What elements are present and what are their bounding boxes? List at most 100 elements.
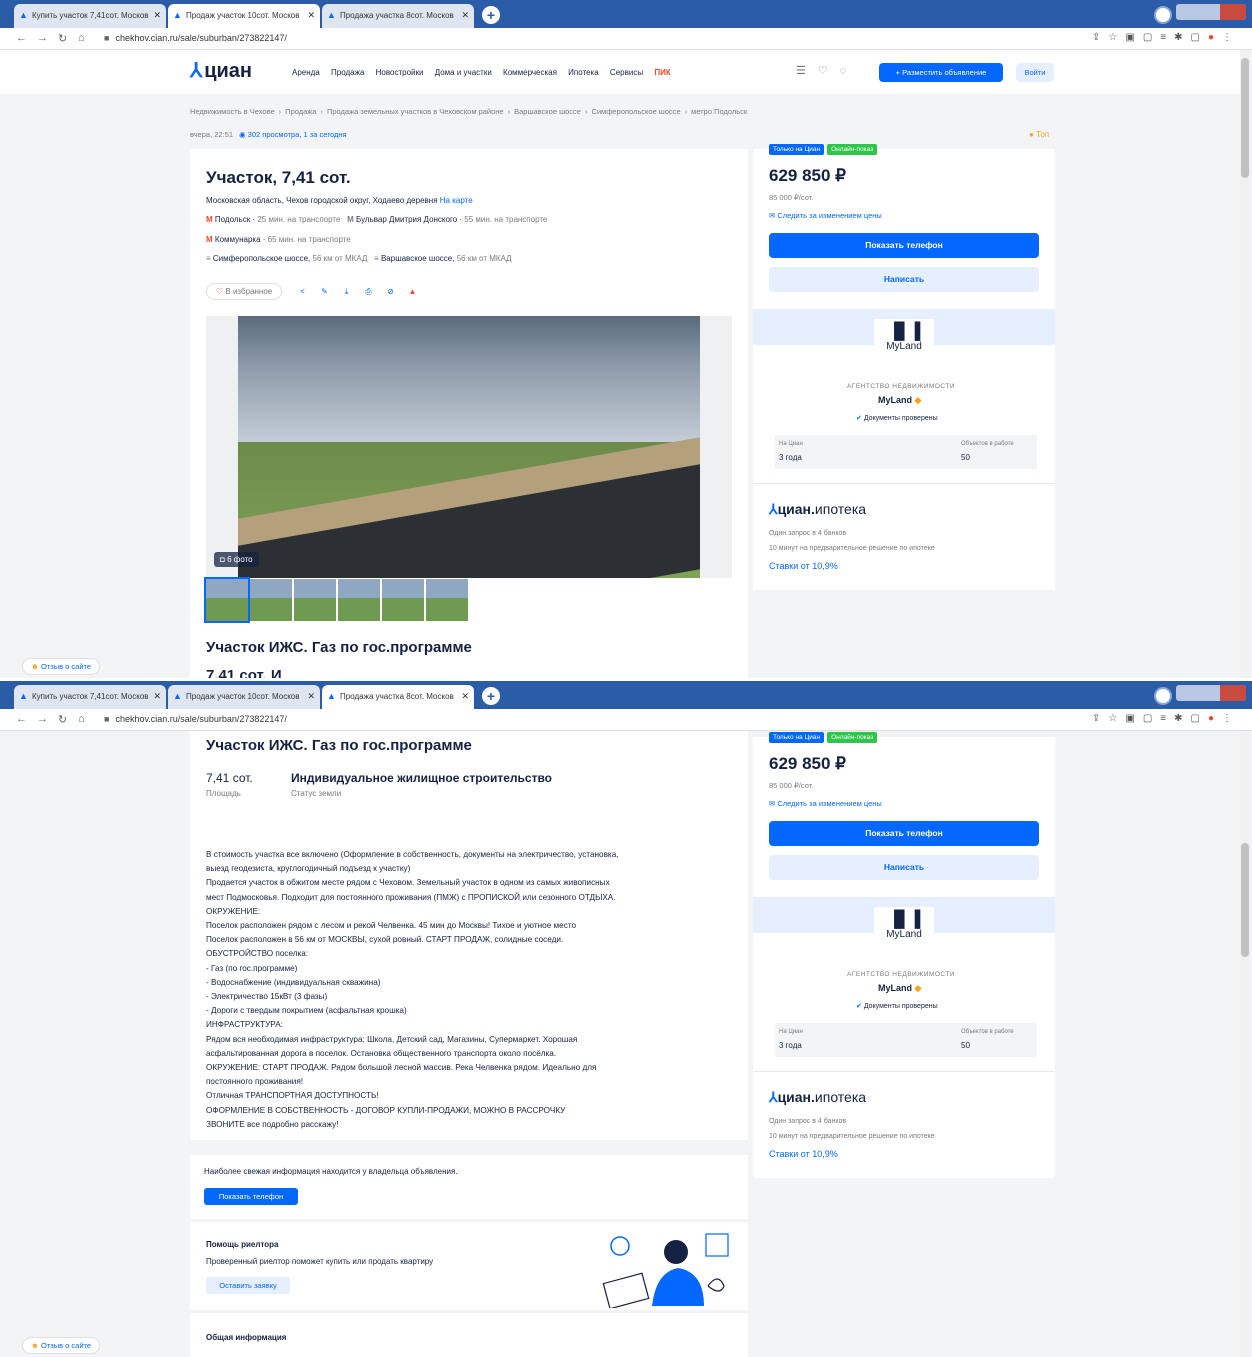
toolbar-extension-icons[interactable]: ⇪☆▣▢≡✱▢●⋮	[1092, 32, 1240, 43]
post-ad-button[interactable]: + Разместить объявление	[879, 63, 1003, 82]
forward-icon[interactable]: →	[37, 32, 48, 44]
close-tab-icon[interactable]: ✕	[461, 691, 469, 702]
print-icon[interactable]: ⎙	[360, 287, 376, 297]
cian-mortgage-logo[interactable]: ⅄циан.ипотека	[769, 501, 866, 518]
complaint-icon[interactable]: ▲	[404, 287, 420, 296]
breadcrumb-item[interactable]: Варшавское шоссе	[514, 107, 581, 116]
follow-price-link[interactable]: ✉ Следить за изменением цены	[769, 799, 882, 808]
breadcrumb-item[interactable]: Симферопольское шоссе	[591, 107, 680, 116]
url-field[interactable]: ■ chekhov.cian.ru/sale/suburban/273822147…	[104, 714, 287, 724]
breadcrumb-item[interactable]: Продажа земельных участков в Чеховском р…	[327, 107, 504, 116]
description-line: Поселок расположен в 56 км от МОСКВЫ, су…	[206, 935, 564, 945]
feedback-button[interactable]: ☻ Отзыв о сайте	[22, 1337, 101, 1354]
mortgage-rate-link[interactable]: Ставки от 10,9%	[769, 1149, 838, 1159]
profile-icon[interactable]	[1154, 6, 1172, 24]
breadcrumb-item[interactable]: метро Подольск	[691, 107, 747, 116]
metro-station[interactable]: Бульвар Дмитрия Донского	[356, 215, 457, 224]
owner-show-phone-button[interactable]: Показать телефон	[204, 1188, 298, 1205]
photo-thumbnail[interactable]	[382, 579, 424, 621]
nav-new-buildings[interactable]: Новостройки	[376, 68, 424, 77]
toolbar-extension-icons[interactable]: ⇪☆▣▢≡✱▢●⋮	[1092, 713, 1240, 724]
photo-thumbnail[interactable]	[338, 579, 380, 621]
close-window-button[interactable]	[1220, 685, 1246, 701]
heart-icon[interactable]: ♡	[818, 65, 840, 77]
metro-station[interactable]: Коммунарка	[215, 235, 261, 244]
cian-mortgage-logo[interactable]: ⅄циан.ипотека	[769, 1089, 866, 1106]
new-tab-button[interactable]: +	[482, 687, 500, 705]
favorite-button[interactable]: ♡ В избранное	[206, 283, 283, 300]
views-count[interactable]: ◉ 302 просмотра, 1 за сегодня	[239, 130, 347, 139]
nav-services[interactable]: Сервисы	[610, 68, 643, 77]
photo-count[interactable]: ◘ 6 фото	[214, 552, 259, 567]
home-icon[interactable]: ⌂	[78, 713, 85, 725]
reload-icon[interactable]: ↻	[58, 32, 67, 45]
bell-icon[interactable]: ◌	[840, 65, 859, 77]
highway-name[interactable]: Варшавское шоссе,	[381, 254, 455, 263]
scrollbar[interactable]	[1240, 731, 1250, 1357]
photo-thumbnail[interactable]	[426, 579, 468, 621]
profile-icon[interactable]	[1154, 687, 1172, 705]
browser-tab[interactable]: ▲ Купить участок 7,41сот. Москов ✕	[14, 4, 166, 28]
browser-tab[interactable]: ▲ Купить участок 7,41сот. Москов ✕	[14, 685, 166, 709]
photo-gallery[interactable]: ◘ 6 фото	[206, 316, 732, 578]
window-controls[interactable]	[1176, 685, 1246, 701]
description-line: Продается участок в обжитом месте рядом …	[206, 878, 610, 888]
listing-card: Участок, 7,41 сот. Московская область, Ч…	[190, 149, 748, 678]
nav-pik[interactable]: ПИК	[654, 68, 670, 77]
nav-mortgage[interactable]: Ипотека	[568, 68, 599, 77]
photo-thumbnail[interactable]	[204, 577, 250, 623]
new-tab-button[interactable]: +	[482, 6, 500, 24]
close-tab-icon[interactable]: ✕	[307, 691, 315, 702]
browser-tab[interactable]: ▲ Продаж участок 10сот. Москов ✕	[168, 4, 320, 28]
nav-commercial[interactable]: Коммерческая	[503, 68, 557, 77]
download-icon[interactable]: ⤓	[338, 287, 354, 297]
reload-icon[interactable]: ↻	[58, 713, 67, 726]
agency-logo[interactable]: ▐▌▐ MyLand	[874, 907, 934, 955]
nav-rent[interactable]: Аренда	[292, 68, 320, 77]
cian-logo[interactable]: ⅄ циан	[190, 58, 252, 83]
photo-thumbnail[interactable]	[250, 579, 292, 621]
close-tab-icon[interactable]: ✕	[153, 691, 161, 702]
compare-icon[interactable]: ☰	[796, 65, 818, 77]
close-tab-icon[interactable]: ✕	[307, 10, 315, 21]
share-icon[interactable]: <	[294, 287, 310, 296]
browser-tab[interactable]: ▲ Продажа участка 8сот. Москов ✕	[322, 4, 474, 28]
back-icon[interactable]: ←	[16, 32, 27, 44]
close-tab-icon[interactable]: ✕	[461, 10, 469, 21]
nav-houses[interactable]: Дома и участки	[435, 68, 492, 77]
home-icon[interactable]: ⌂	[78, 32, 85, 44]
mortgage-rate-link[interactable]: Ставки от 10,9%	[769, 561, 838, 571]
forward-icon[interactable]: →	[37, 713, 48, 725]
follow-price-link[interactable]: ✉ Следить за изменением цены	[769, 211, 882, 220]
agency-type: АГЕНТСТВО НЕДВИЖИМОСТИ	[847, 383, 955, 390]
show-phone-button[interactable]: Показать телефон	[769, 233, 1039, 258]
feedback-button[interactable]: ☻ Отзыв о сайте	[22, 658, 101, 675]
browser-tab[interactable]: ▲ Продажа участка 8сот. Москов ✕	[322, 685, 474, 709]
show-phone-button[interactable]: Показать телефон	[769, 821, 1039, 846]
agency-logo[interactable]: ▐▌▐ MyLand	[874, 319, 934, 367]
agency-name[interactable]: MyLand ◆	[878, 983, 921, 994]
write-button[interactable]: Написать	[769, 855, 1039, 880]
breadcrumb-item[interactable]: Продажа	[285, 107, 316, 116]
close-tab-icon[interactable]: ✕	[153, 10, 161, 21]
breadcrumb-item[interactable]: Недвижимость в Чехове	[190, 107, 275, 116]
description-line: ОКРУЖЕНИЕ: СТАРТ ПРОДАЖ. Рядом большой л…	[206, 1063, 597, 1073]
nav-sale[interactable]: Продажа	[331, 68, 364, 77]
photo-thumbnail[interactable]	[294, 579, 336, 621]
close-window-button[interactable]	[1220, 4, 1246, 20]
hide-icon[interactable]: ⊘	[382, 287, 398, 296]
url-field[interactable]: ■ chekhov.cian.ru/sale/suburban/273822147…	[104, 33, 287, 43]
window-controls[interactable]	[1176, 4, 1246, 20]
write-button[interactable]: Написать	[769, 267, 1039, 292]
back-icon[interactable]: ←	[16, 713, 27, 725]
map-link[interactable]: На карте	[440, 196, 473, 205]
highway-name[interactable]: Симферопольское шоссе,	[213, 254, 310, 263]
leave-request-button[interactable]: Оставить заявку	[206, 1277, 290, 1294]
browser-tab[interactable]: ▲ Продаж участок 10сот. Москов ✕	[168, 685, 320, 709]
edit-icon[interactable]: ✎	[316, 287, 332, 296]
login-button[interactable]: Войти	[1016, 63, 1054, 82]
metro-station[interactable]: Подольск	[215, 215, 250, 224]
agency-name[interactable]: MyLand ◆	[878, 395, 921, 406]
main-photo[interactable]	[238, 316, 700, 578]
scrollbar[interactable]	[1240, 50, 1250, 678]
